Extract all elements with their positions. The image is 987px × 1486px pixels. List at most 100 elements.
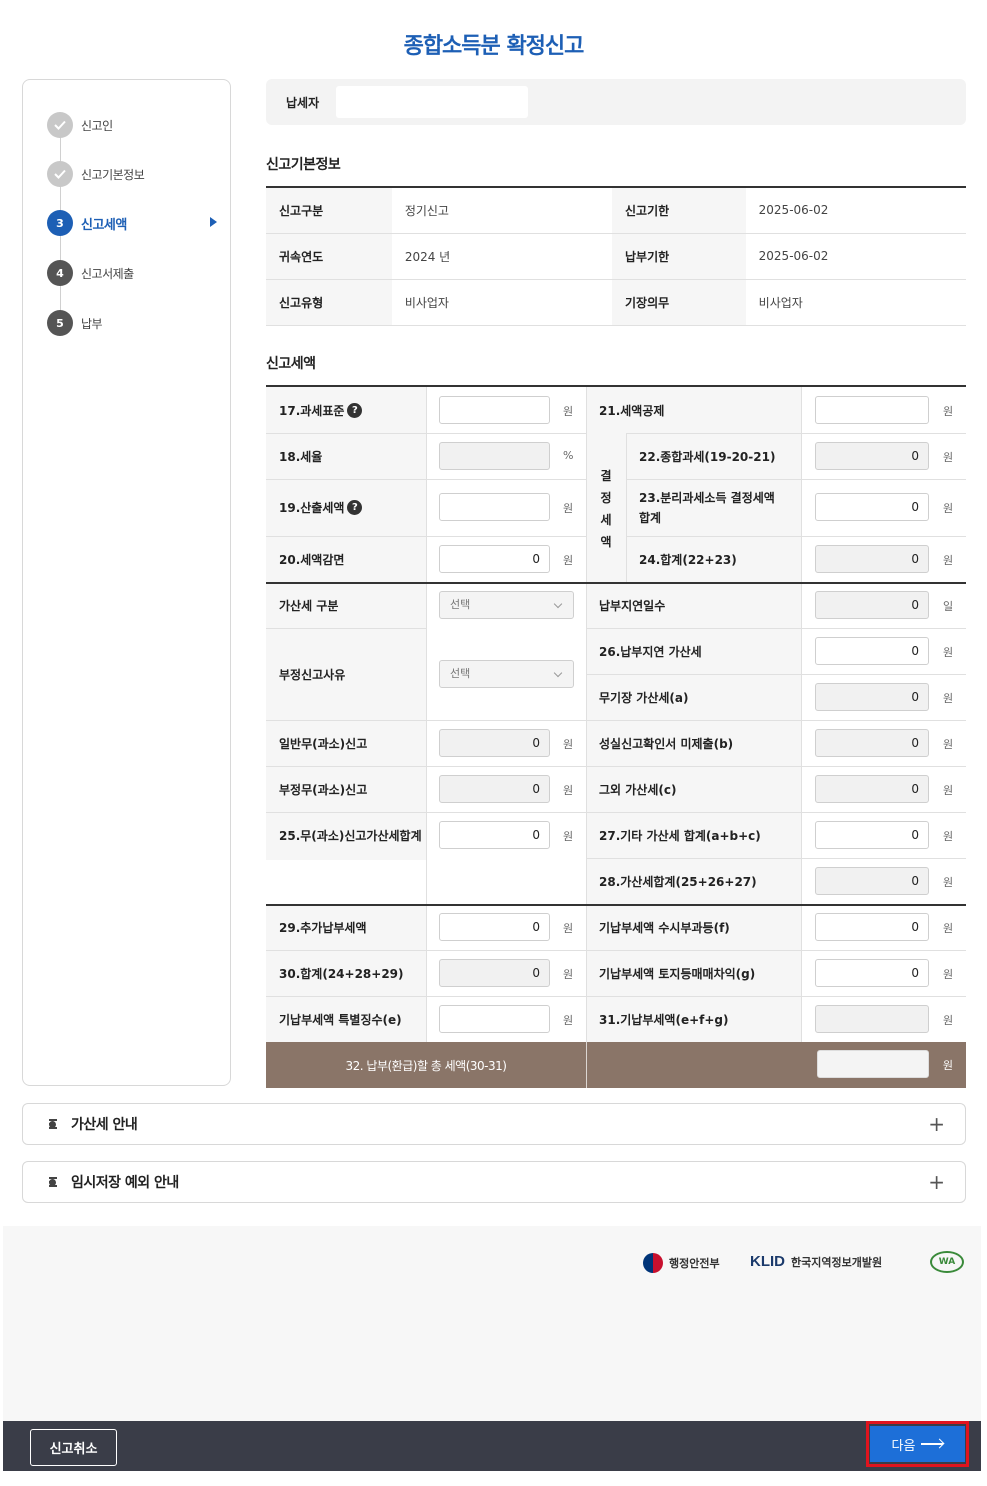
step-payment[interactable]: 5 납부 bbox=[47, 310, 217, 336]
government-emblem-icon bbox=[643, 1253, 663, 1273]
step-number: 4 bbox=[47, 260, 73, 286]
bookkeeping-value: 비사업자 bbox=[745, 279, 966, 326]
cancel-report-button[interactable]: 신고취소 bbox=[30, 1429, 117, 1466]
fc-input: 0 bbox=[815, 775, 929, 803]
taxpayer-label: 납세자 bbox=[286, 95, 320, 110]
taxpayer-bar: 납세자 bbox=[266, 79, 966, 125]
f22-input: 0 bbox=[815, 442, 929, 470]
f21-input[interactable] bbox=[815, 396, 929, 424]
unit: 원 bbox=[943, 968, 954, 981]
unit: 원 bbox=[943, 405, 954, 418]
fc-label: 그외 가산세(c) bbox=[599, 782, 677, 797]
next-button-label: 다음 bbox=[891, 1438, 916, 1454]
step-label: 신고세액 bbox=[81, 217, 127, 233]
f29-label: 29.추가납부세액 bbox=[279, 920, 367, 935]
unit: % bbox=[563, 449, 574, 462]
report-kind-value: 비사업자 bbox=[391, 279, 613, 326]
help-icon[interactable]: ? bbox=[347, 500, 363, 515]
ff-label: 기납부세액 수시부과등(f) bbox=[599, 920, 730, 935]
f18-input[interactable] bbox=[439, 442, 550, 470]
step-reporter[interactable]: 신고인 bbox=[47, 112, 217, 138]
f26-input[interactable]: 0 bbox=[815, 637, 929, 665]
f25-label: 25.무(과소)신고가산세합계 bbox=[279, 828, 422, 843]
report-kind-label: 신고유형 bbox=[266, 279, 392, 326]
penalty-type-select[interactable]: 선택 bbox=[439, 591, 574, 619]
chevron-down-icon bbox=[553, 599, 563, 609]
f17-input[interactable] bbox=[439, 396, 550, 424]
accordion-title: 임시저장 예외 안내 bbox=[71, 1175, 179, 1191]
general-under-label: 일반무(과소)신고 bbox=[279, 736, 368, 751]
report-type-value: 정기신고 bbox=[391, 187, 613, 234]
step-tax-amount[interactable]: 3 신고세액 bbox=[47, 210, 217, 236]
unit: 원 bbox=[563, 922, 574, 935]
unit: 원 bbox=[563, 830, 574, 843]
f20-input[interactable]: 0 bbox=[439, 545, 550, 573]
step-label: 납부 bbox=[81, 316, 103, 331]
unit: 원 bbox=[943, 502, 954, 515]
bookkeeping-label: 기장의무 bbox=[612, 279, 746, 326]
f27-label: 27.기타 가산세 합계(a+b+c) bbox=[599, 828, 761, 843]
unit: 원 bbox=[943, 1014, 954, 1027]
unit: 원 bbox=[943, 646, 954, 659]
f25-input[interactable]: 0 bbox=[439, 821, 550, 849]
ff-input[interactable]: 0 bbox=[815, 913, 929, 941]
penalty-guide-accordion[interactable]: 가산세 안내 + bbox=[22, 1103, 966, 1145]
step-basic-info[interactable]: 신고기본정보 bbox=[47, 161, 217, 187]
accordion-title: 가산세 안내 bbox=[71, 1117, 138, 1133]
report-type-label: 신고구분 bbox=[266, 187, 392, 234]
unit: 원 bbox=[943, 738, 954, 751]
page-title: 종합소득분 확정신고 bbox=[403, 34, 585, 59]
f31-input bbox=[815, 1005, 929, 1033]
f32-output bbox=[817, 1050, 929, 1078]
fe-input[interactable] bbox=[439, 1005, 550, 1033]
fraud-reason-select[interactable]: 선택 bbox=[439, 660, 574, 688]
step-submit[interactable]: 4 신고서제출 bbox=[47, 260, 217, 286]
f23-input[interactable]: 0 bbox=[815, 493, 929, 521]
f28-label: 28.가산세합계(25+26+27) bbox=[599, 874, 757, 889]
plus-icon[interactable]: + bbox=[928, 1172, 945, 1192]
arrow-right-icon bbox=[921, 1443, 944, 1445]
step-number: 3 bbox=[47, 210, 73, 236]
web-accessibility-mark: WA bbox=[930, 1251, 964, 1273]
f18-label: 18.세율 bbox=[279, 449, 323, 464]
f19-label: 19.산출세액? bbox=[279, 479, 363, 536]
fraud-reason-label: 부정신고사유 bbox=[279, 667, 346, 682]
fe-label: 기납부세액 특별징수(e) bbox=[279, 1012, 402, 1027]
check-icon bbox=[47, 161, 73, 187]
f27-input[interactable]: 0 bbox=[815, 821, 929, 849]
fg-input[interactable]: 0 bbox=[815, 959, 929, 987]
f26-label: 26.납부지연 가산세 bbox=[599, 644, 702, 659]
f17-label: 17.과세표준? bbox=[279, 387, 363, 433]
unit: 원 bbox=[943, 876, 954, 889]
chevron-down-icon bbox=[553, 668, 563, 678]
unit: 원 bbox=[563, 554, 574, 567]
pay-deadline-value: 2025-06-02 bbox=[745, 233, 966, 280]
mois-logo: 행정안전부 bbox=[643, 1253, 720, 1273]
fraud-under-input: 0 bbox=[439, 775, 550, 803]
unit: 원 bbox=[943, 451, 954, 464]
list-search-icon bbox=[49, 1118, 65, 1130]
unit: 원 bbox=[563, 405, 574, 418]
f29-input[interactable]: 0 bbox=[439, 913, 550, 941]
f24-label: 24.합계(22+23) bbox=[639, 552, 737, 567]
unit: 원 bbox=[943, 830, 954, 843]
f31-label: 31.기납부세액(e+f+g) bbox=[599, 1012, 729, 1027]
unit: 원 bbox=[563, 738, 574, 751]
temp-save-guide-accordion[interactable]: 임시저장 예외 안내 + bbox=[22, 1161, 966, 1203]
f19-input[interactable] bbox=[439, 493, 550, 521]
penalty-type-label: 가산세 구분 bbox=[279, 598, 339, 613]
tax-amount-title: 신고세액 bbox=[266, 356, 316, 372]
step-number: 5 bbox=[47, 310, 73, 336]
help-icon[interactable]: ? bbox=[347, 402, 363, 418]
next-button[interactable]: 다음 bbox=[870, 1426, 965, 1462]
unit: 일 bbox=[943, 600, 954, 613]
plus-icon[interactable]: + bbox=[928, 1114, 945, 1134]
fa-input: 0 bbox=[815, 683, 929, 711]
f30-label: 30.합계(24+28+29) bbox=[279, 966, 404, 981]
step-label: 신고서제출 bbox=[81, 266, 134, 281]
unit: 원 bbox=[563, 968, 574, 981]
f22-label: 22.종합과세(19-20-21) bbox=[639, 449, 776, 464]
pay-deadline-label: 납부기한 bbox=[612, 233, 746, 280]
check-icon bbox=[47, 112, 73, 138]
basic-info-table: 신고구분 정기신고 신고기한 2025-06-02 귀속연도 2024 년 납부… bbox=[266, 186, 966, 326]
